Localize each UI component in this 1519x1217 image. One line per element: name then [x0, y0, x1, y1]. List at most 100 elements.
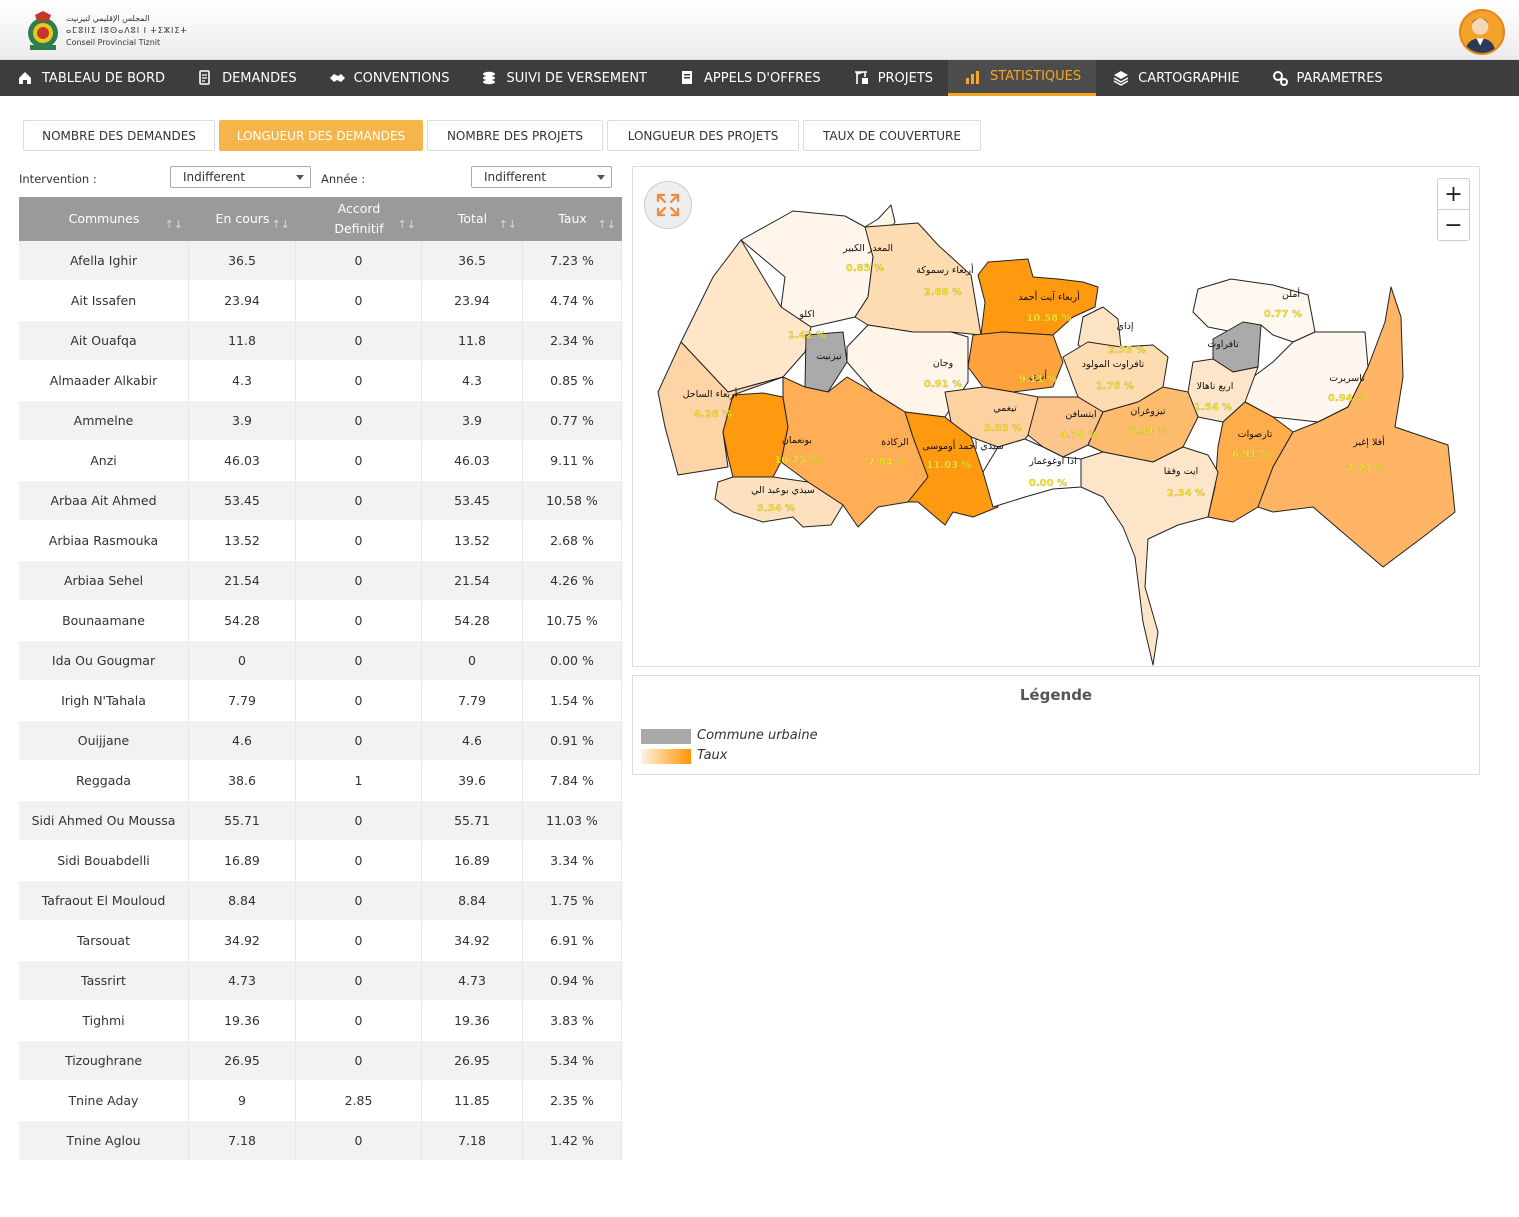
tab-longueur-des-demandes[interactable]: LONGUEUR DES DEMANDES: [219, 120, 423, 151]
table-row[interactable]: Ida Ou Gougmar 0 0 0 0.00 %: [19, 641, 622, 681]
table-row[interactable]: Ait Issafen 23.94 0 23.94 4.74 %: [19, 281, 622, 321]
nav-item-parametres[interactable]: PARAMETRES: [1255, 60, 1398, 96]
nav-item-suivi-de-versement[interactable]: SUIVI DE VERSEMENT: [464, 60, 662, 96]
table-cell: Afella Ighir: [19, 241, 189, 280]
table-row[interactable]: Tnine Aglou 7.18 0 7.18 1.42 %: [19, 1121, 622, 1161]
commune-taux-label: 11.03 %: [926, 460, 971, 471]
commune-taux-label: 7.23 %: [1347, 463, 1385, 474]
commune-taux-label: 1.54 %: [1194, 402, 1232, 413]
nav-label: TABLEAU DE BORD: [42, 70, 166, 86]
nav-item-demandes[interactable]: DEMANDES: [180, 60, 312, 96]
intervention-label: Intervention :: [19, 172, 97, 186]
communes-map[interactable]: + − المعدر الكبير 0.85 % أربعاء رسموكة 2…: [632, 166, 1480, 667]
logo-tifinagh-text: ⴰⵎⵓⵏⵏⵉ ⵏⵓⵙⴰⴷⵓⵏ ⵏ ⵜⵉⵣⵏⵉⵜ: [66, 26, 188, 35]
table-cell: 11.8: [422, 321, 523, 360]
table-cell: Anzi: [19, 441, 189, 480]
tab-nombre-des-projets[interactable]: NOMBRE DES PROJETS: [427, 120, 603, 151]
table-row[interactable]: Afella Ighir 36.5 0 36.5 7.23 %: [19, 241, 622, 281]
nav-item-tableau-de-bord[interactable]: TABLEAU DE BORD: [0, 60, 180, 96]
table-cell: Ammelne: [19, 401, 189, 440]
table-row[interactable]: Ait Ouafqa 11.8 0 11.8 2.34 %: [19, 321, 622, 361]
table-cell: 39.6: [422, 761, 523, 800]
sort-icon[interactable]: ↑↓: [499, 215, 517, 235]
table-row[interactable]: Ammelne 3.9 0 3.9 0.77 %: [19, 401, 622, 441]
sort-icon[interactable]: ↑↓: [165, 215, 183, 235]
sort-icon[interactable]: ↑↓: [598, 215, 616, 235]
commune-ait-ouafqa[interactable]: [1080, 446, 1219, 666]
table-cell: 0: [296, 241, 422, 280]
nav-label: PROJETS: [877, 70, 934, 86]
table-cell: Tnine Aday: [19, 1081, 189, 1120]
table-cell: 0: [296, 1041, 422, 1080]
tab-nombre-des-demandes[interactable]: NOMBRE DES DEMANDES: [23, 120, 215, 151]
annee-select[interactable]: Indifferent: [471, 166, 612, 188]
table-cell: Almaader Alkabir: [19, 361, 189, 400]
table-cell: 0: [296, 401, 422, 440]
logo-arabic-text: المجلس الإقليمي لتيزنيت: [66, 14, 150, 23]
col-taux[interactable]: Taux ↑↓: [523, 197, 622, 241]
commune-rasmouka[interactable]: [854, 222, 982, 336]
table-cell: 34.92: [422, 921, 523, 960]
intervention-select[interactable]: Indifferent: [170, 166, 311, 188]
table-row[interactable]: Tizoughrane 26.95 0 26.95 5.34 %: [19, 1041, 622, 1081]
table-row[interactable]: Sidi Ahmed Ou Moussa 55.71 0 55.71 11.03 %: [19, 801, 622, 841]
col-en-cours-label: En cours: [215, 211, 270, 226]
table-row[interactable]: Ouijjane 4.6 0 4.6 0.91 %: [19, 721, 622, 761]
table-row[interactable]: Tafraout El Mouloud 8.84 0 8.84 1.75 %: [19, 881, 622, 921]
table-cell: 0: [296, 1001, 422, 1040]
table-row[interactable]: Tighmi 19.36 0 19.36 3.83 %: [19, 1001, 622, 1041]
table-cell: 0.91 %: [523, 721, 622, 760]
table-row[interactable]: Bounaamane 54.28 0 54.28 10.75 %: [19, 601, 622, 641]
map-canvas: المعدر الكبير 0.85 % أربعاء رسموكة 2.68 % أر…: [657, 204, 1456, 666]
sort-icon[interactable]: ↑↓: [272, 215, 290, 235]
nav-item-cartographie[interactable]: CARTOGRAPHIE: [1096, 60, 1254, 96]
sort-icon[interactable]: ↑↓: [398, 215, 416, 235]
col-accord-definitif[interactable]: Accord Definitif ↑↓: [296, 197, 422, 241]
table-row[interactable]: Tassrirt 4.73 0 4.73 0.94 %: [19, 961, 622, 1001]
commune-name-label: تارصوات: [1238, 429, 1273, 440]
table-cell: 19.36: [189, 1001, 296, 1040]
table-row[interactable]: Arbaa Ait Ahmed 53.45 0 53.45 10.58 %: [19, 481, 622, 521]
table-row[interactable]: Tnine Aday 9 2.85 11.85 2.35 %: [19, 1081, 622, 1121]
nav-item-statistiques[interactable]: STATISTIQUES: [948, 60, 1097, 96]
user-avatar[interactable]: [1459, 9, 1505, 55]
table-row[interactable]: Irigh N'Tahala 7.79 0 7.79 1.54 %: [19, 681, 622, 721]
stats-tabs: NOMBRE DES DEMANDES LONGUEUR DES DEMANDES…: [23, 120, 985, 151]
table-row[interactable]: Sidi Bouabdelli 16.89 0 16.89 3.34 %: [19, 841, 622, 881]
nav-item-appels-d-offres[interactable]: APPELS D'OFFRES: [662, 60, 836, 96]
nav-item-conventions[interactable]: CONVENTIONS: [312, 60, 465, 96]
table-cell: 0: [296, 921, 422, 960]
table-cell: 2.85: [296, 1081, 422, 1120]
commune-taux-label: 4.74 %: [1060, 430, 1098, 441]
table-row[interactable]: Arbiaa Rasmouka 13.52 0 13.52 2.68 %: [19, 521, 622, 561]
table-cell: 21.54: [422, 561, 523, 600]
table-cell: 4.6: [422, 721, 523, 760]
table-cell: 10.75 %: [523, 601, 622, 640]
commune-name-label: وجان: [933, 358, 953, 369]
table-row[interactable]: Reggada 38.6 1 39.6 7.84 %: [19, 761, 622, 801]
table-cell: 0: [296, 601, 422, 640]
commune-taux-label: 10.75 %: [774, 455, 819, 466]
table-cell: 26.95: [422, 1041, 523, 1080]
table-cell: 34.92: [189, 921, 296, 960]
table-cell: 3.9: [189, 401, 296, 440]
table-cell: 0: [296, 361, 422, 400]
table-row[interactable]: Arbiaa Sehel 21.54 0 21.54 4.26 %: [19, 561, 622, 601]
tab-longueur-des-projets[interactable]: LONGUEUR DES PROJETS: [607, 120, 799, 151]
table-cell: 1.54 %: [523, 681, 622, 720]
conseil-logo[interactable]: المجلس الإقليمي لتيزنيت ⴰⵎⵓⵏⵏⵉ ⵏⵓⵙⴰⴷⵓⵏ ⵏ…: [26, 9, 187, 55]
table-cell: 0.94 %: [523, 961, 622, 1000]
table-cell: Sidi Bouabdelli: [19, 841, 189, 880]
table-cell: 0: [296, 641, 422, 680]
nav-item-projets[interactable]: PROJETS: [836, 60, 948, 96]
col-total[interactable]: Total ↑↓: [422, 197, 523, 241]
col-en-cours[interactable]: En cours ↑↓: [189, 197, 296, 241]
tab-taux-de-couverture[interactable]: TAUX DE COUVERTURE: [803, 120, 981, 151]
table-cell: Tnine Aglou: [19, 1121, 189, 1160]
col-communes[interactable]: Communes ↑↓: [19, 197, 189, 241]
table-row[interactable]: Anzi 46.03 0 46.03 9.11 %: [19, 441, 622, 481]
commune-name-label: اربع ناهالا: [1197, 381, 1234, 392]
nav-label: DEMANDES: [222, 70, 297, 86]
table-row[interactable]: Tarsouat 34.92 0 34.92 6.91 %: [19, 921, 622, 961]
table-row[interactable]: Almaader Alkabir 4.3 0 4.3 0.85 %: [19, 361, 622, 401]
